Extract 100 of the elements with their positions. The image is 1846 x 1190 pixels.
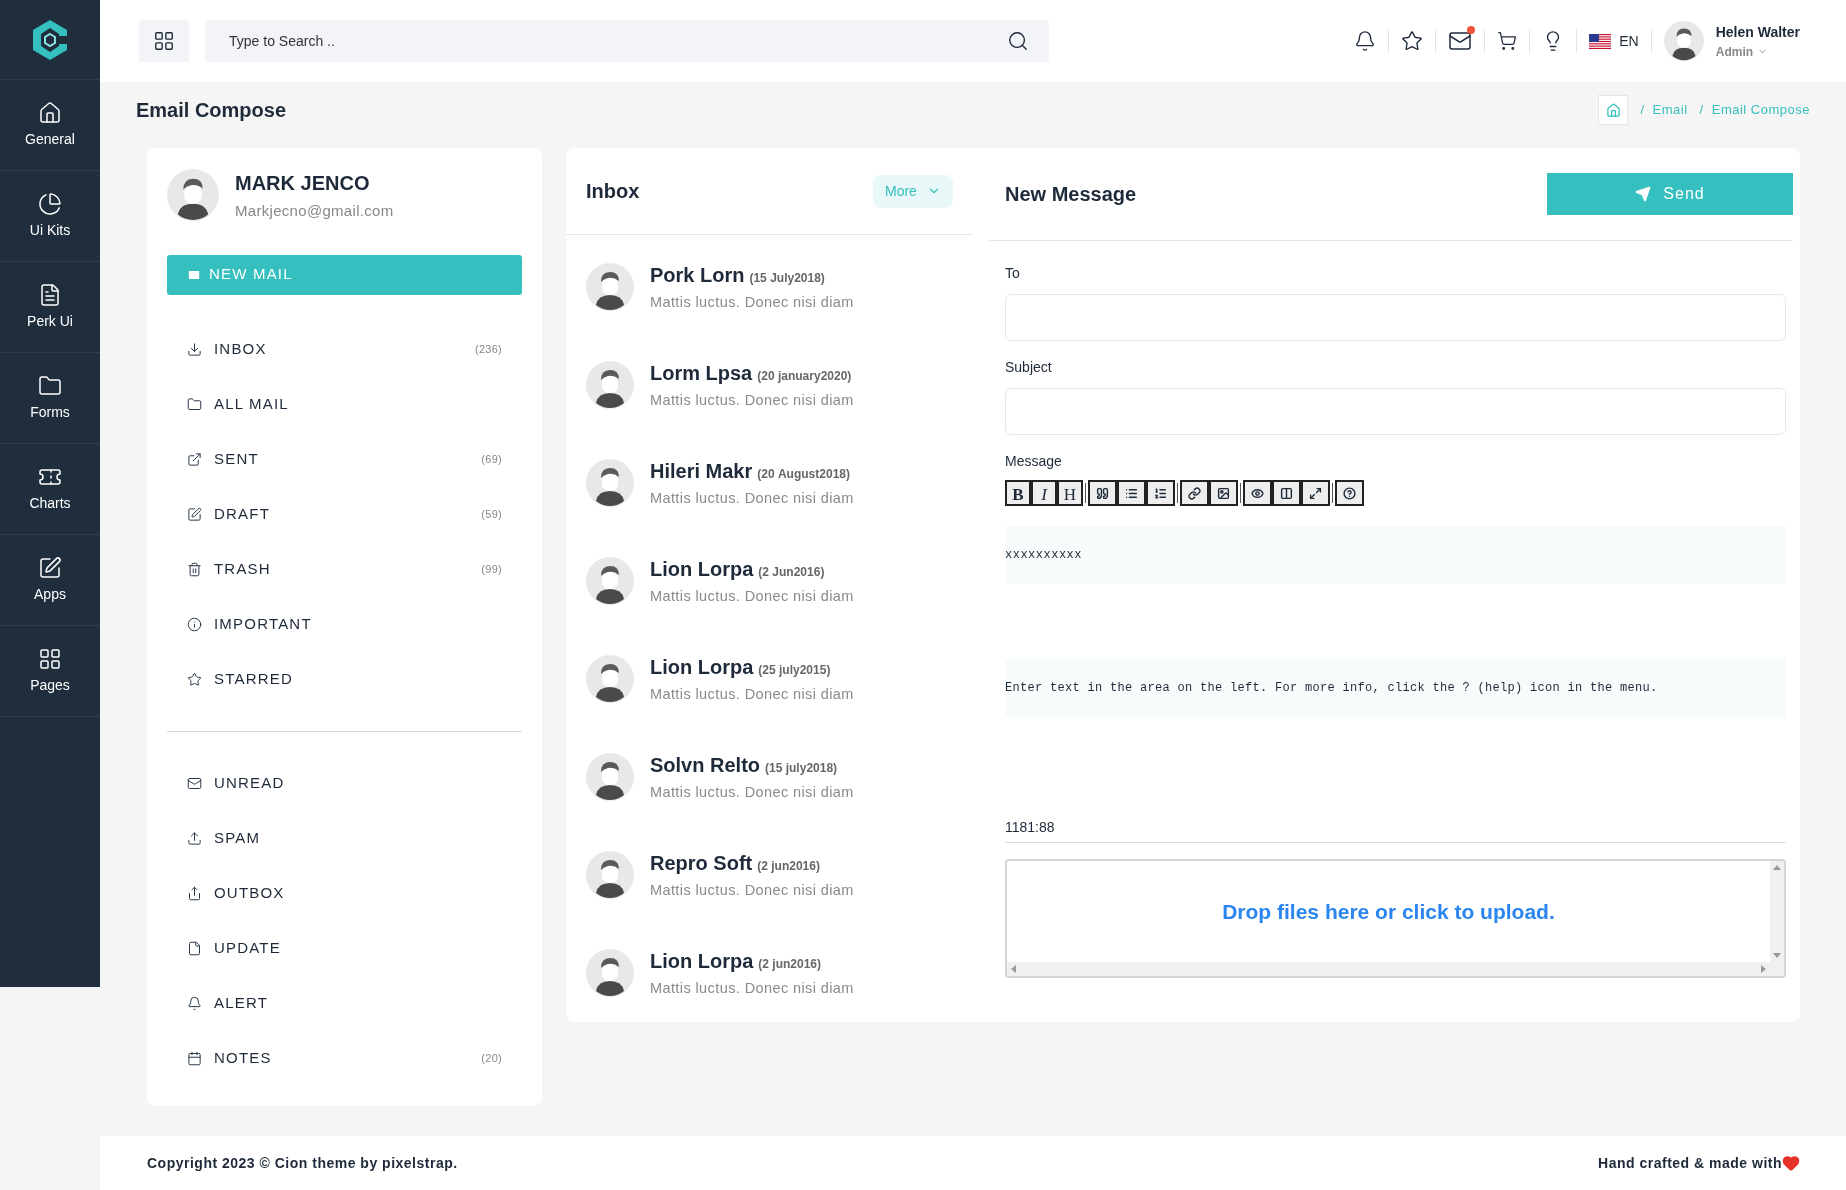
editor-text[interactable]: xxxxxxxxxx	[1005, 526, 1786, 584]
nav-item[interactable]: Forms	[0, 353, 100, 444]
folder-link[interactable]: SENT	[214, 447, 259, 471]
star-icon[interactable]	[1401, 30, 1424, 52]
folder-link[interactable]: ALL MAIL	[214, 392, 289, 416]
bell-icon	[187, 995, 202, 1011]
user-role: Admin	[1715, 43, 1754, 61]
toolbar-button[interactable]	[1301, 480, 1330, 506]
folder-link[interactable]: OUTBOX	[214, 881, 285, 905]
help-icon	[1343, 486, 1356, 500]
sender-avatar	[586, 361, 634, 409]
folder-icon	[187, 396, 202, 412]
columns-icon	[1280, 486, 1293, 500]
mail-date: (2 jun2016)	[758, 956, 822, 974]
toolbar-button[interactable]	[1209, 480, 1238, 506]
mail-date: (2 Jun2016)	[758, 564, 825, 582]
file-icon	[187, 940, 202, 956]
sender-name[interactable]: Solvn Relto	[650, 750, 760, 781]
folder-link[interactable]: DRAFT	[214, 502, 270, 526]
folder-link[interactable]: IMPORTANT	[214, 612, 312, 636]
page-title: Email Compose	[136, 98, 287, 123]
field-label: Message	[1005, 452, 1063, 471]
language-label[interactable]: EN	[1619, 30, 1639, 52]
bell-icon[interactable]	[1354, 30, 1377, 52]
mail-count: (236)	[474, 341, 502, 357]
field-label: Subject	[1005, 358, 1053, 377]
sender-avatar	[586, 949, 634, 997]
profile-email: Markjecno@gmail.com	[235, 201, 394, 221]
mail-preview: Mattis luctus. Donec nisi diam	[650, 881, 854, 901]
mail-preview: Mattis luctus. Donec nisi diam	[650, 391, 854, 411]
folder-link[interactable]: NOTES	[214, 1046, 272, 1070]
folder-link[interactable]: STARRED	[214, 667, 293, 691]
sender-name[interactable]: Pork Lorn	[650, 260, 745, 291]
folder-link[interactable]: UNREAD	[214, 771, 285, 795]
toolbar-button[interactable]	[1180, 480, 1209, 506]
dropzone[interactable]: Drop files here or click to upload.	[1005, 859, 1786, 978]
heart-icon	[1782, 1154, 1800, 1172]
folder-link[interactable]: SPAM	[214, 826, 261, 850]
sender-name[interactable]: Lorm Lpsa	[650, 358, 753, 389]
folder-icon	[38, 373, 62, 398]
folder-link[interactable]: INBOX	[214, 337, 267, 361]
cart-icon[interactable]	[1497, 31, 1518, 51]
search-field[interactable]: Type to Search ..	[205, 20, 1049, 62]
folder-link[interactable]: TRASH	[214, 557, 271, 581]
folder-link[interactable]: UPDATE	[214, 936, 281, 960]
toolbar-button[interactable]	[1117, 480, 1146, 506]
inbox-title: Inbox	[586, 179, 640, 204]
nav-item[interactable]: General	[0, 80, 100, 171]
nav-item[interactable]: Charts	[0, 444, 100, 535]
envelope-icon[interactable]	[1448, 29, 1473, 53]
toolbar-button[interactable]	[1272, 480, 1301, 506]
breadcrumb-separator: /	[1640, 101, 1645, 120]
send-icon	[1635, 186, 1652, 202]
sender-name[interactable]: Lion Lorpa	[650, 652, 754, 683]
preview-text: Enter text in the area on the left. For more info, click the ? (help) icon in the menu.	[1005, 659, 1786, 717]
format-button[interactable]: I	[1031, 480, 1057, 506]
user-avatar	[1663, 21, 1704, 61]
bullet-list-icon	[1125, 486, 1138, 500]
sender-name[interactable]: Hileri Makr	[650, 456, 753, 487]
quote-icon	[1096, 486, 1109, 500]
flag-icon[interactable]	[1589, 33, 1612, 49]
dropzone-text[interactable]: Drop files here or click to upload.	[1222, 895, 1555, 928]
sender-name[interactable]: Repro Soft	[650, 848, 753, 879]
mail-preview: Mattis luctus. Donec nisi diam	[650, 783, 854, 803]
mail-count: (69)	[481, 451, 502, 467]
sender-avatar	[586, 263, 634, 311]
nav-item[interactable]: Ui Kits	[0, 171, 100, 262]
sender-name[interactable]: Lion Lorpa	[650, 554, 754, 585]
toolbar-button[interactable]	[1088, 480, 1117, 506]
search-icon[interactable]	[1007, 30, 1029, 52]
mail-date: (15 july2018)	[765, 760, 838, 778]
format-button[interactable]: B	[1005, 480, 1031, 506]
mail-preview: Mattis luctus. Donec nisi diam	[650, 293, 854, 313]
toolbar-button[interactable]	[1243, 480, 1272, 506]
mail-date: (20 january2020)	[757, 368, 852, 386]
sender-name[interactable]: Lion Lorpa	[650, 946, 754, 977]
mail-date: (20 August2018)	[757, 466, 850, 484]
info-icon	[187, 616, 202, 632]
nav-item[interactable]: Perk Ui	[0, 262, 100, 353]
trash-icon	[187, 561, 202, 577]
share-icon	[187, 885, 202, 901]
toolbar-button[interactable]	[1335, 480, 1364, 506]
profile-name: MARK JENCO	[235, 171, 371, 196]
sender-avatar	[586, 459, 634, 507]
grid-menu-button[interactable]	[139, 20, 189, 62]
format-button[interactable]: H	[1057, 480, 1083, 506]
toolbar-button[interactable]	[1146, 480, 1175, 506]
nav-item[interactable]: Apps	[0, 535, 100, 626]
nav-item[interactable]: Pages	[0, 626, 100, 717]
download-icon	[187, 341, 202, 357]
external-link-icon	[187, 451, 202, 467]
grid-icon	[38, 646, 62, 671]
document-icon	[38, 282, 62, 307]
profile-avatar	[167, 169, 219, 222]
mail-date: (25 july2015)	[758, 662, 831, 680]
user-name[interactable]: Helen Walter	[1715, 21, 1800, 43]
image-icon	[1217, 486, 1230, 500]
folder-link[interactable]: ALERT	[214, 991, 269, 1015]
upload-icon	[187, 830, 202, 846]
calendar-icon	[187, 1050, 202, 1066]
